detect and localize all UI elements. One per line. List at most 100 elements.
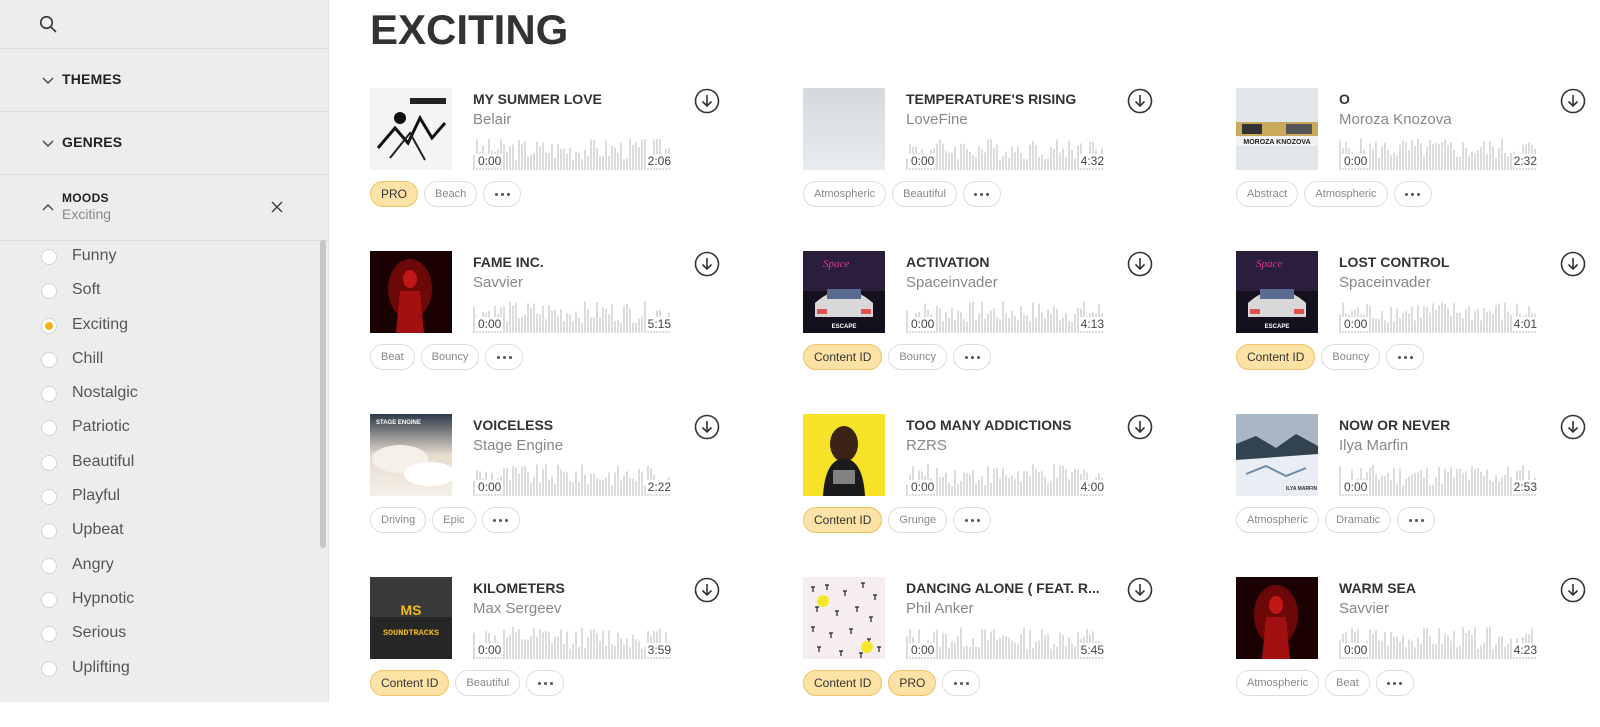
album-cover[interactable]: STAGE ENGINE — [370, 414, 452, 496]
track-card[interactable]: MOROZA KNOZOVA O Moroza Knozova 0:00 2:32 Abs… — [1236, 88, 1600, 238]
track-title[interactable]: O — [1339, 91, 1350, 107]
download-icon[interactable] — [1127, 414, 1153, 440]
track-title[interactable]: MY SUMMER LOVE — [473, 91, 602, 107]
mood-option[interactable]: Nostalgic — [0, 377, 320, 411]
track-card[interactable]: Space ESCAPE LOST CONTROL Spaceinvader 0:00 4… — [1236, 251, 1600, 401]
genres-section[interactable]: GENRES — [0, 112, 328, 175]
tag-chip[interactable]: Beautiful — [892, 181, 957, 207]
track-artist[interactable]: Moroza Knozova — [1339, 111, 1452, 128]
track-title[interactable]: NOW OR NEVER — [1339, 417, 1450, 433]
tag-chip[interactable]: Bouncy — [420, 344, 480, 370]
track-title[interactable]: TEMPERATURE'S RISING — [906, 91, 1076, 107]
album-cover[interactable]: Space ESCAPE — [1236, 251, 1318, 333]
album-cover[interactable]: MS SOUNDTRACKS — [370, 577, 452, 659]
tag-chip[interactable]: Bouncy — [1321, 344, 1381, 370]
track-card[interactable]: MS SOUNDTRACKS KILOMETERS Max Sergeev 0:00 3:… — [370, 577, 750, 727]
download-icon[interactable] — [1560, 414, 1586, 440]
tag-chip[interactable]: Atmospheric — [1236, 670, 1320, 696]
themes-section[interactable]: THEMES — [0, 49, 328, 112]
track-artist[interactable]: Savvier — [473, 274, 523, 291]
tag-chip[interactable]: Grunge — [888, 507, 948, 533]
track-artist[interactable]: Stage Engine — [473, 437, 563, 454]
track-card[interactable]: TEMPERATURE'S RISING LoveFine 0:00 4:32 Atmo… — [803, 88, 1183, 238]
tag-chip[interactable]: Content ID — [803, 507, 883, 533]
mood-option[interactable]: Hypnotic — [0, 583, 320, 617]
track-artist[interactable]: Savvier — [1339, 600, 1389, 617]
tag-chip[interactable]: Epic — [432, 507, 476, 533]
mood-option[interactable]: Serious — [0, 617, 320, 651]
mood-radio[interactable] — [41, 591, 57, 608]
mood-radio[interactable] — [41, 489, 57, 506]
mood-radio[interactable] — [41, 660, 57, 677]
mood-option[interactable]: Angry — [0, 549, 320, 583]
album-cover[interactable] — [803, 577, 885, 659]
track-card[interactable]: FAME INC. Savvier 0:00 5:15 Beat Bouncy — [370, 251, 750, 401]
tag-chip[interactable]: Beat — [370, 344, 415, 370]
album-cover[interactable] — [803, 88, 885, 170]
mood-option[interactable]: Patriotic — [0, 411, 320, 445]
more-options-button[interactable] — [526, 670, 565, 696]
mood-radio[interactable] — [41, 249, 57, 265]
sidebar-scrollbar[interactable] — [320, 240, 326, 548]
track-title[interactable]: TOO MANY ADDICTIONS — [906, 417, 1071, 433]
track-card[interactable]: WARM SEA Savvier 0:00 4:23 Atmospheric Beat — [1236, 577, 1600, 727]
track-card[interactable]: DANCING ALONE ( FEAT. R... Phil Anker 0:00… — [803, 577, 1183, 727]
album-cover[interactable]: ILYA MARFIN — [1236, 414, 1318, 496]
mood-radio[interactable] — [41, 283, 57, 300]
moods-section[interactable]: MOODS Exciting — [0, 175, 328, 241]
more-options-button[interactable] — [962, 181, 1001, 207]
mood-option[interactable]: Exciting — [0, 309, 320, 343]
tag-chip[interactable]: Atmospheric — [1236, 507, 1320, 533]
mood-option[interactable]: Uplifting — [0, 652, 320, 686]
tag-chip[interactable]: Beautiful — [455, 670, 521, 696]
track-card[interactable]: ILYA MARFIN NOW OR NEVER Ilya Marfin 0:00 2:… — [1236, 414, 1600, 564]
track-artist[interactable]: Phil Anker — [906, 600, 974, 617]
download-icon[interactable] — [1560, 88, 1586, 114]
track-card[interactable]: TOO MANY ADDICTIONS RZRS 0:00 4:00 Content I… — [803, 414, 1183, 564]
more-options-button[interactable] — [942, 670, 981, 696]
tag-chip[interactable]: Content ID — [1236, 344, 1316, 370]
more-options-button[interactable] — [1393, 181, 1432, 207]
mood-option[interactable]: Upbeat — [0, 514, 320, 548]
tag-chip[interactable]: PRO — [888, 670, 937, 696]
more-options-button[interactable] — [953, 507, 992, 533]
album-cover[interactable] — [1236, 577, 1318, 659]
search-icon[interactable] — [39, 15, 57, 33]
track-artist[interactable]: RZRS — [906, 437, 947, 454]
track-card[interactable]: Space ESCAPE ACTIVATION Spaceinvader 0:00 4:1… — [803, 251, 1183, 401]
track-artist[interactable]: Spaceinvader — [1339, 274, 1431, 291]
mood-radio[interactable] — [41, 523, 57, 540]
track-card[interactable]: STAGE ENGINE VOICELESS Stage Engine 0:00 2:2… — [370, 414, 750, 564]
tag-chip[interactable]: Driving — [370, 507, 427, 533]
mood-radio[interactable] — [41, 351, 57, 368]
tag-chip[interactable]: PRO — [370, 181, 419, 207]
tag-chip[interactable]: Atmospheric — [803, 181, 887, 207]
track-artist[interactable]: Spaceinvader — [906, 274, 998, 291]
download-icon[interactable] — [1127, 88, 1153, 114]
more-options-button[interactable] — [1397, 507, 1436, 533]
download-icon[interactable] — [694, 414, 720, 440]
download-icon[interactable] — [694, 577, 720, 603]
download-icon[interactable] — [1560, 577, 1586, 603]
close-icon[interactable] — [269, 199, 285, 215]
track-artist[interactable]: LoveFine — [906, 111, 968, 128]
track-title[interactable]: ACTIVATION — [906, 254, 989, 270]
tag-chip[interactable]: Beat — [1325, 670, 1370, 696]
track-title[interactable]: KILOMETERS — [473, 580, 565, 596]
mood-option[interactable]: Soft — [0, 274, 320, 308]
more-options-button[interactable] — [953, 344, 992, 370]
mood-radio[interactable] — [41, 454, 57, 471]
track-artist[interactable]: Ilya Marfin — [1339, 437, 1408, 454]
track-title[interactable]: VOICELESS — [473, 417, 553, 433]
more-options-button[interactable] — [1375, 670, 1414, 696]
download-icon[interactable] — [694, 251, 720, 277]
track-artist[interactable]: Belair — [473, 111, 511, 128]
track-card[interactable]: MY SUMMER LOVE Belair 0:00 2:06 PRO Beach — [370, 88, 750, 238]
album-cover[interactable] — [370, 88, 452, 170]
tag-chip[interactable]: Content ID — [370, 670, 450, 696]
album-cover[interactable]: Space ESCAPE — [803, 251, 885, 333]
mood-option[interactable]: Playful — [0, 480, 320, 514]
more-options-button[interactable] — [1386, 344, 1425, 370]
tag-chip[interactable]: Beach — [424, 181, 478, 207]
search-row[interactable] — [0, 0, 328, 49]
